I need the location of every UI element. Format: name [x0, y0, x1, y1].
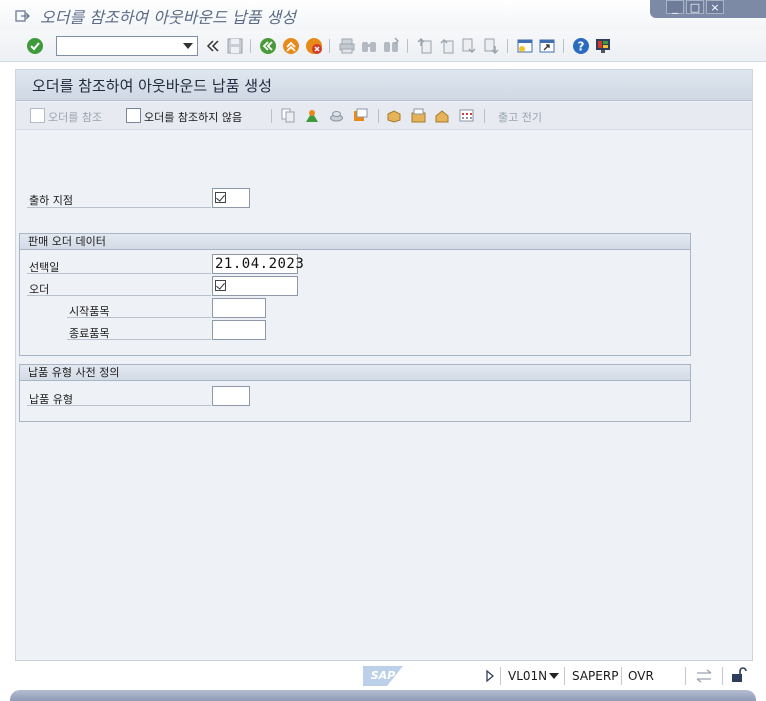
document-icon	[30, 108, 45, 123]
order-field[interactable]	[212, 276, 298, 296]
label-underline	[27, 295, 211, 296]
label-underline	[27, 273, 211, 274]
find-icon[interactable]	[360, 37, 378, 55]
status-separator	[500, 667, 501, 685]
window-controls: _ □ ×	[650, 0, 766, 18]
required-field-icon	[215, 280, 226, 291]
system-name: SAPERP	[572, 669, 619, 683]
chevron-down-icon[interactable]	[549, 673, 559, 679]
play-icon[interactable]	[485, 669, 495, 683]
output-icon[interactable]	[353, 108, 368, 123]
command-input[interactable]	[57, 39, 177, 57]
toolbar-separator	[484, 109, 485, 123]
toolbar-separator	[407, 39, 408, 53]
back-icon[interactable]	[259, 37, 277, 55]
batch-split-icon[interactable]	[459, 108, 474, 123]
main-panel: 오더를 참조하여 아웃바운드 납품 생성 오더를 참조 오더를 참조하지 않음	[15, 69, 753, 661]
label-underline	[27, 207, 211, 208]
delivery-type-field[interactable]	[212, 386, 250, 406]
minimize-button[interactable]: _	[666, 0, 684, 14]
application-toolbar: 오더를 참조 오더를 참조하지 않음 출고 전기	[16, 102, 752, 130]
exit-icon[interactable]	[282, 37, 300, 55]
sap-logo: SAP	[363, 666, 403, 686]
transaction-code: VL01N	[508, 669, 548, 683]
save-icon[interactable]	[226, 37, 244, 55]
status-bar: SAP VL01N SAPERP OVR	[0, 664, 766, 690]
print-icon[interactable]	[338, 37, 356, 55]
required-field-icon	[215, 192, 226, 203]
toolbar-separator	[271, 109, 272, 123]
to-item-field[interactable]	[212, 320, 266, 340]
previous-page-icon[interactable]	[438, 37, 456, 55]
enter-icon[interactable]	[26, 37, 44, 55]
toolbar-separator	[378, 109, 379, 123]
sales-order-data-group: 판매 오더 데이터 선택일 21.04.2023 오더 시작품목 종료품목	[19, 233, 691, 356]
shipping-point-field[interactable]	[212, 188, 250, 208]
status-separator	[685, 667, 686, 685]
find-next-icon[interactable]	[382, 37, 400, 55]
history-icon[interactable]	[204, 37, 222, 55]
status-separator	[564, 667, 565, 685]
copy-document-icon[interactable]	[281, 108, 296, 123]
toolbar-separator	[563, 39, 564, 53]
cancel-icon[interactable]	[305, 37, 323, 55]
screen-header: 오더를 참조하여 아웃바운드 납품 생성	[16, 70, 752, 101]
status-separator	[621, 667, 622, 685]
document-icon	[126, 108, 141, 123]
partner-icon[interactable]	[305, 108, 320, 123]
title-bar: 오더를 참조하여 아웃바운드 납품 생성 _ □ ×	[0, 0, 766, 30]
label-underline	[67, 339, 211, 340]
close-button[interactable]: ×	[706, 0, 724, 14]
toolbar-separator	[329, 39, 330, 53]
conditions-icon[interactable]	[329, 108, 344, 123]
post-goods-issue-button[interactable]: 출고 전기	[498, 109, 542, 125]
shortcut-icon[interactable]	[538, 37, 556, 55]
with-order-button[interactable]: 오더를 참조	[48, 109, 102, 125]
transfer-icon[interactable]	[696, 669, 712, 683]
system-toolbar: ?	[0, 30, 766, 62]
delivery-type-group: 납품 유형 사전 정의 납품 유형	[19, 364, 691, 422]
toolbar-separator	[507, 39, 508, 53]
shipping-point-label: 출하 지점	[29, 194, 73, 207]
without-order-button[interactable]: 오더를 참조하지 않음	[144, 109, 242, 125]
maximize-button[interactable]: □	[686, 0, 704, 14]
toolbar-separator	[250, 39, 251, 53]
customize-layout-icon[interactable]	[594, 37, 612, 55]
selection-date-field[interactable]: 21.04.2023	[212, 254, 304, 274]
last-page-icon[interactable]	[482, 37, 500, 55]
window-title: 오더를 참조하여 아웃바운드 납품 생성	[40, 8, 296, 27]
security-lock-icon[interactable]	[731, 667, 747, 683]
bottom-frame	[10, 690, 756, 701]
picking-icon[interactable]	[387, 108, 402, 123]
handling-unit-icon[interactable]	[435, 108, 450, 123]
group-title: 납품 유형 사전 정의	[20, 365, 690, 381]
svg-text:?: ?	[578, 40, 585, 54]
session-menu-icon[interactable]	[14, 8, 30, 24]
help-icon[interactable]: ?	[572, 37, 590, 55]
label-underline	[67, 317, 211, 318]
from-item-field[interactable]	[212, 298, 266, 318]
next-page-icon[interactable]	[460, 37, 478, 55]
screen-title: 오더를 참조하여 아웃바운드 납품 생성	[32, 77, 272, 95]
status-separator	[722, 667, 723, 685]
first-page-icon[interactable]	[416, 37, 434, 55]
label-underline	[27, 405, 211, 406]
new-session-icon[interactable]	[516, 37, 534, 55]
command-field[interactable]	[56, 36, 198, 57]
group-title: 판매 오더 데이터	[20, 234, 690, 250]
packing-icon[interactable]	[411, 108, 426, 123]
chevron-down-icon[interactable]	[183, 43, 193, 49]
insert-mode[interactable]: OVR	[628, 669, 654, 683]
